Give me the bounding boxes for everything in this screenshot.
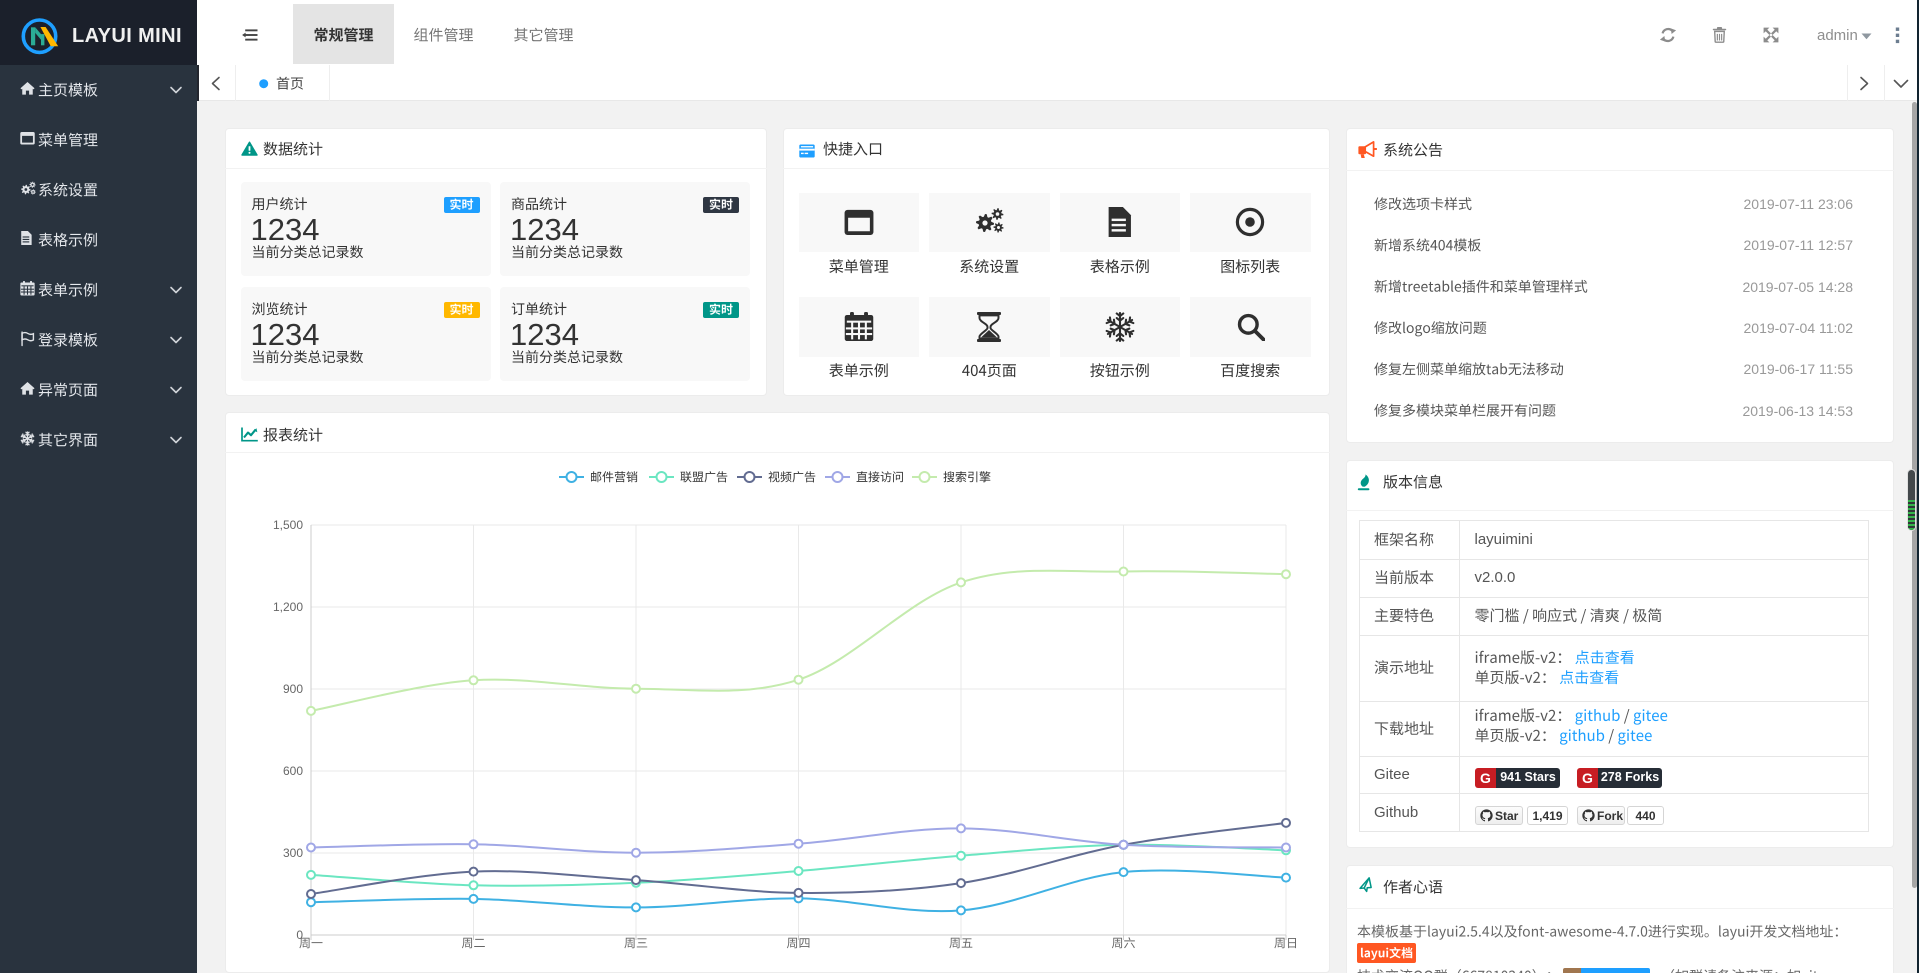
svg-text:600: 600	[283, 764, 303, 778]
svg-text:1,200: 1,200	[273, 600, 303, 614]
svg-text:300: 300	[283, 846, 303, 860]
svg-text:0: 0	[296, 928, 303, 942]
svg-text:1,500: 1,500	[273, 518, 303, 532]
svg-text:900: 900	[283, 682, 303, 696]
